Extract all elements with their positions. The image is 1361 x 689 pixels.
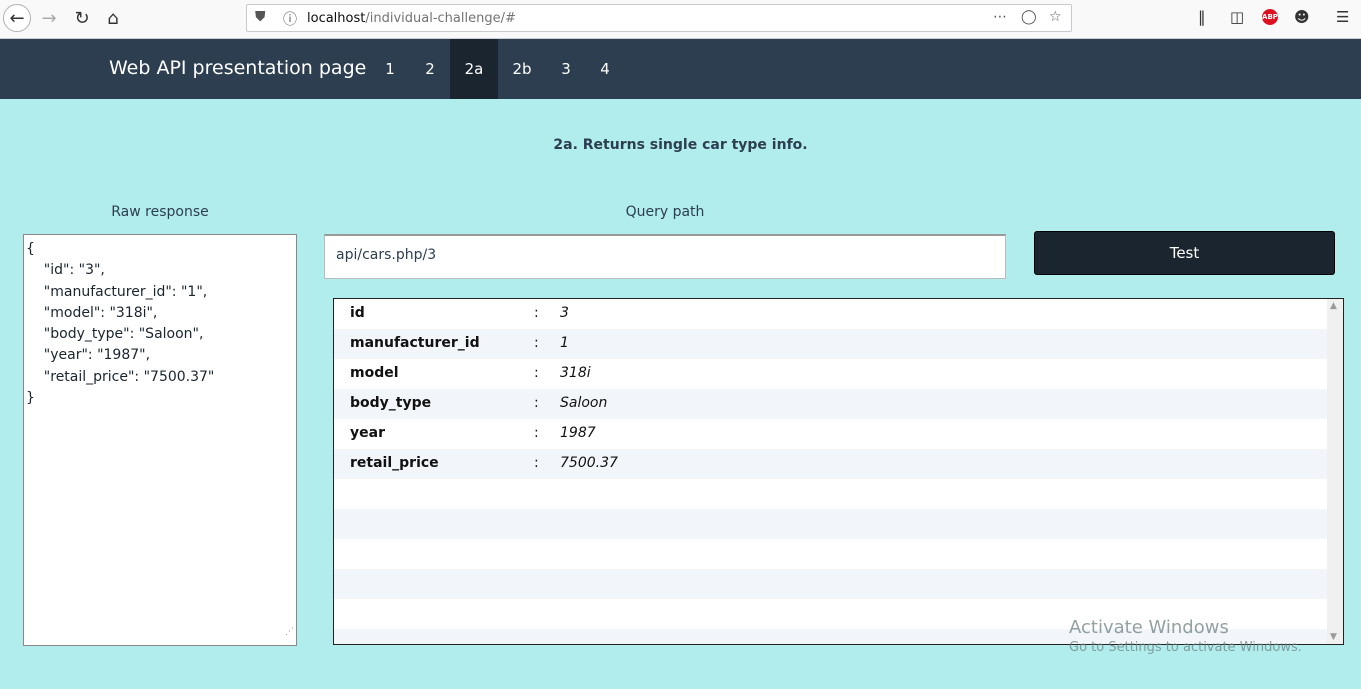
shield-icon[interactable]: ⛊ (255, 9, 266, 25)
watermark-subtitle: Go to Settings to activate Windows. (1069, 640, 1302, 655)
table-scrollbar[interactable]: ▲ ▼ (1327, 299, 1343, 644)
scroll-down-icon[interactable]: ▼ (1330, 632, 1337, 642)
scroll-up-icon[interactable]: ▲ (1330, 301, 1337, 311)
row-separator: : (534, 425, 539, 441)
adblock-icon[interactable]: ABP (1262, 9, 1278, 25)
result-table: id : 3 manufacturer_id : 1 model : 318i … (333, 298, 1344, 645)
test-button[interactable]: Test (1034, 231, 1335, 275)
activate-windows-watermark: Activate Windows Go to Settings to activ… (1069, 617, 1302, 655)
row-separator: : (534, 335, 539, 351)
row-value: 1 (560, 335, 569, 351)
row-key: id (350, 305, 365, 321)
resize-grip-icon[interactable]: ⋰ (285, 622, 294, 643)
nav-item-2b[interactable]: 2b (502, 39, 542, 99)
row-value: 318i (560, 365, 591, 381)
table-row: manufacturer_id : 1 (334, 329, 1327, 359)
nav-item-2a[interactable]: 2a (450, 39, 498, 99)
query-path-input[interactable]: api/cars.php/3 (324, 234, 1006, 279)
library-icon[interactable]: ‖ (1198, 8, 1206, 26)
nav-item-3[interactable]: 3 (550, 39, 582, 99)
query-path-label: Query path (625, 204, 705, 220)
row-value: Saloon (560, 395, 608, 411)
nav-item-4[interactable]: 4 (589, 39, 621, 99)
browser-toolbar: ← → ↻ ⌂ ⛊ ⓘ localhost/individual-challen… (0, 0, 1361, 39)
empty-row (334, 509, 1327, 539)
raw-response-text: { "id": "3", "manufacturer_id": "1", "mo… (26, 241, 215, 407)
table-row: year : 1987 (334, 419, 1327, 449)
bookmark-star-icon[interactable]: ☆ (1049, 9, 1062, 25)
more-icon[interactable]: ⋯ (993, 9, 1007, 25)
raw-response-textarea[interactable]: { "id": "3", "manufacturer_id": "1", "mo… (23, 234, 297, 646)
row-key: retail_price (350, 455, 439, 471)
brand-title[interactable]: Web API presentation page (109, 57, 366, 79)
nav-item-2[interactable]: 2 (414, 39, 446, 99)
empty-row (334, 539, 1327, 569)
empty-row (334, 479, 1327, 509)
sidebar-icon[interactable]: ◫ (1230, 8, 1244, 26)
page-heading: 2a. Returns single car type info. (553, 137, 808, 153)
table-row: retail_price : 7500.37 (334, 449, 1327, 479)
row-separator: : (534, 305, 539, 321)
info-icon[interactable]: ⓘ (283, 9, 297, 29)
url-bar[interactable]: ⛊ ⓘ localhost/individual-challenge/# ⋯ ◯… (246, 4, 1072, 32)
watermark-title: Activate Windows (1069, 617, 1229, 638)
forward-arrow-icon[interactable]: → (35, 4, 63, 32)
nav-item-1[interactable]: 1 (374, 39, 406, 99)
menu-icon[interactable]: ☰ (1336, 8, 1349, 26)
url-path: /individual-challenge/# (365, 11, 516, 26)
table-row: body_type : Saloon (334, 389, 1327, 419)
row-separator: : (534, 365, 539, 381)
table-row: id : 3 (334, 299, 1327, 329)
row-value: 7500.37 (560, 455, 618, 471)
reload-icon[interactable]: ↻ (68, 4, 96, 32)
row-value: 3 (560, 305, 569, 321)
row-key: manufacturer_id (350, 335, 480, 351)
row-key: model (350, 365, 399, 381)
raw-response-label: Raw response (111, 204, 209, 220)
navbar: Web API presentation page 1 2 2a 2b 3 4 (0, 39, 1361, 99)
row-separator: : (534, 455, 539, 471)
account-icon[interactable]: ☻ (1294, 8, 1310, 26)
url-text[interactable]: localhost/individual-challenge/# (307, 11, 516, 26)
back-arrow-icon[interactable]: ← (3, 4, 31, 32)
row-value: 1987 (560, 425, 596, 441)
row-key: year (350, 425, 385, 441)
url-host: localhost (307, 11, 366, 26)
home-icon[interactable]: ⌂ (99, 4, 127, 32)
table-row: model : 318i (334, 359, 1327, 389)
row-separator: : (534, 395, 539, 411)
row-key: body_type (350, 395, 432, 411)
pocket-icon[interactable]: ◯ (1021, 9, 1037, 25)
empty-row (334, 569, 1327, 599)
